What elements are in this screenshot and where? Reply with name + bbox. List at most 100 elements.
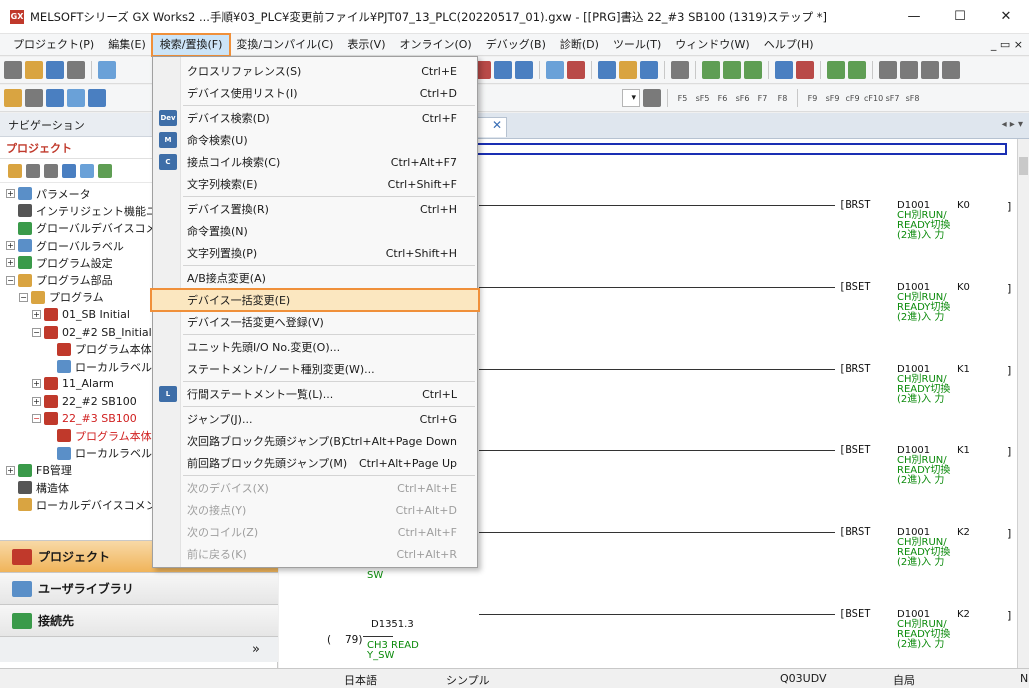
mdi-controls[interactable]: _ ▭ × [991, 38, 1029, 51]
device-tool-icon[interactable] [567, 61, 585, 79]
menu-item[interactable]: ジャンプ(J)... Ctrl+G [153, 408, 477, 430]
ladder-tool-icon[interactable] [494, 61, 512, 79]
online-tool-icon[interactable] [619, 61, 637, 79]
instruction[interactable]: [BSET [839, 608, 871, 620]
menu-online[interactable]: オンライン(O) [392, 35, 478, 55]
menu-window[interactable]: ウィンドウ(W) [668, 35, 756, 55]
menu-edit[interactable]: 編集(E) [101, 35, 153, 55]
tree-expander-icon[interactable]: + [6, 465, 15, 475]
fkey-icon[interactable]: sF6 [734, 94, 751, 103]
tree-expander-icon[interactable]: + [32, 379, 41, 389]
instruction[interactable]: [BSET [839, 444, 871, 456]
menu-debug[interactable]: デバッグ(B) [479, 35, 553, 55]
save-icon[interactable] [46, 61, 64, 79]
tree-expander-icon[interactable]: − [32, 327, 41, 337]
zoom-icon[interactable] [921, 61, 939, 79]
open-icon[interactable] [25, 61, 43, 79]
device-icon[interactable] [88, 89, 106, 107]
menu-item[interactable]: デバイス一括変更(E) [150, 288, 480, 312]
tab-connection[interactable]: 接続先 [0, 604, 278, 636]
help-icon[interactable] [98, 61, 116, 79]
menu-item[interactable]: ステートメント/ノート種別変更(W)... [153, 358, 477, 380]
tab-user-library[interactable]: ユーザライブラリ [0, 572, 278, 604]
fkey-icon[interactable]: sF5 [694, 94, 711, 103]
zoom-icon[interactable] [879, 61, 897, 79]
tree-expander-icon[interactable]: + [6, 258, 15, 268]
fkey-icon[interactable]: F6 [714, 94, 731, 103]
debug-icon[interactable] [723, 61, 741, 79]
menu-item[interactable]: 文字列置換(P) Ctrl+Shift+H [153, 242, 477, 264]
menu-diagnostics[interactable]: 診断(D) [553, 35, 606, 55]
copy-icon[interactable] [26, 163, 40, 178]
menu-item[interactable]: デバイス使用リスト(I) Ctrl+D [153, 82, 477, 104]
menu-item[interactable]: 次回路ブロック先頭ジャンプ(B) Ctrl+Alt+Page Down [153, 430, 477, 452]
paste-icon[interactable] [44, 163, 58, 178]
tree-expander-icon[interactable]: − [32, 414, 41, 423]
select-combo[interactable]: ▾ [622, 89, 640, 107]
menu-item[interactable]: A/B接点変更(A) [153, 267, 477, 289]
contact-device[interactable]: D1351.3 [371, 619, 414, 630]
fkey-icon[interactable]: cF10 [864, 94, 883, 103]
device-icon[interactable] [67, 89, 85, 107]
fkey-icon[interactable]: F8 [774, 94, 791, 103]
tree-expander-icon[interactable]: + [32, 396, 41, 406]
vertical-scrollbar[interactable] [1017, 139, 1029, 668]
filter-icon[interactable] [98, 163, 112, 178]
instruction[interactable]: [BRST [839, 526, 871, 538]
menu-find-replace[interactable]: 検索/置換(F) [150, 32, 232, 57]
fkey-icon[interactable]: cF9 [844, 94, 861, 103]
menu-item[interactable]: 命令置換(N) [153, 220, 477, 242]
layout-icon[interactable] [25, 89, 43, 107]
menu-project[interactable]: プロジェクト(P) [6, 35, 101, 55]
online-tool-icon[interactable] [640, 61, 658, 79]
fkey-icon[interactable]: F7 [754, 94, 771, 103]
menu-convert[interactable]: 変換/コンパイル(C) [229, 35, 340, 55]
collapse-button[interactable]: » [0, 636, 278, 662]
close-button[interactable]: ✕ [983, 0, 1029, 34]
menu-item[interactable]: クロスリファレンス(S) Ctrl+E [153, 60, 477, 82]
diagnostic-icon[interactable] [796, 61, 814, 79]
tree-expander-icon[interactable]: + [32, 310, 41, 320]
fkey-icon[interactable]: F5 [674, 94, 691, 103]
window-icon[interactable] [827, 61, 845, 79]
scrollbar-thumb[interactable] [1019, 157, 1028, 175]
menu-item[interactable]: ユニット先頭I/O No.変更(O)... [153, 336, 477, 358]
tree-expander-icon[interactable]: + [6, 189, 15, 199]
window-icon[interactable] [848, 61, 866, 79]
new-data-icon[interactable] [8, 163, 22, 178]
close-tab-icon[interactable]: ✕ [477, 117, 507, 137]
menu-item[interactable]: L 行間ステートメント一覧(L)... Ctrl+L [153, 383, 477, 405]
tree-expander-icon[interactable]: + [6, 241, 15, 251]
menu-view[interactable]: 表示(V) [340, 35, 392, 55]
debug-icon[interactable] [702, 61, 720, 79]
debug-icon[interactable] [744, 61, 762, 79]
display-icon[interactable] [643, 89, 661, 107]
fkey-icon[interactable]: sF9 [824, 94, 841, 103]
layout-icon[interactable] [46, 89, 64, 107]
tree-expander-icon[interactable]: − [19, 292, 28, 302]
tree-expander-icon[interactable]: − [6, 275, 15, 285]
instruction[interactable]: [BRST [839, 363, 871, 375]
zoom-icon[interactable] [942, 61, 960, 79]
tab-scroll-icon[interactable]: ◂ ▸ ▾ [1002, 119, 1023, 130]
maximize-button[interactable]: ☐ [937, 0, 983, 34]
menu-item[interactable]: デバイス一括変更へ登録(V) [153, 311, 477, 333]
menu-item[interactable]: デバイス置換(R) Ctrl+H [153, 198, 477, 220]
diagnostic-icon[interactable] [775, 61, 793, 79]
menu-item[interactable]: 文字列検索(E) Ctrl+Shift+F [153, 173, 477, 195]
instruction[interactable]: [BRST [839, 199, 871, 211]
fkey-icon[interactable]: sF8 [904, 94, 921, 103]
menu-item[interactable]: 前回路ブロック先頭ジャンプ(M) Ctrl+Alt+Page Up [153, 452, 477, 474]
minimize-button[interactable]: — [891, 0, 937, 34]
fkey-icon[interactable]: F9 [804, 94, 821, 103]
device-tool-icon[interactable] [546, 61, 564, 79]
new-icon[interactable] [4, 61, 22, 79]
print-icon[interactable] [67, 61, 85, 79]
fkey-icon[interactable]: sF7 [884, 94, 901, 103]
menu-item[interactable]: Dev デバイス検索(D) Ctrl+F [153, 107, 477, 129]
project-view-icon[interactable] [4, 89, 22, 107]
monitor-icon[interactable] [671, 61, 689, 79]
menu-item[interactable]: M 命令検索(U) [153, 129, 477, 151]
zoom-icon[interactable] [900, 61, 918, 79]
refresh-icon[interactable] [80, 163, 94, 178]
